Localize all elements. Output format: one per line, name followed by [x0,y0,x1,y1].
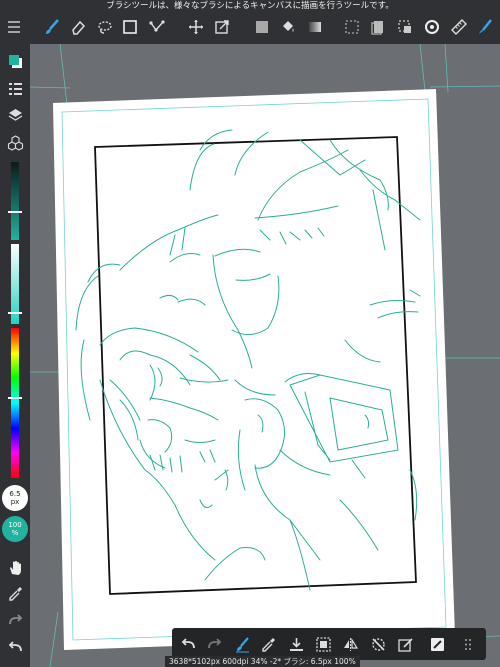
copy-icon [371,21,383,35]
opacity-slider[interactable] [8,244,22,324]
cubes-icon [7,134,23,151]
gradient-icon [309,22,321,32]
bucket-icon [283,21,294,32]
brush-size-unit: px [10,498,20,506]
pen-settings-button[interactable] [473,14,497,40]
layers-button[interactable] [3,104,27,126]
color-swatch-icon [8,54,22,68]
ruler-button[interactable] [447,14,471,40]
eraser-icon [72,20,86,35]
select-all-button[interactable] [340,14,364,40]
move-icon [189,20,203,34]
canvas-area[interactable] [30,44,500,667]
bucket-tool-button[interactable] [276,14,300,40]
paper-page [53,89,455,650]
node-tool-button[interactable] [145,14,169,40]
brush-icon [46,19,59,34]
menu-icon [8,21,20,33]
canvas-icon [430,637,444,651]
eyedropper-icon [8,586,22,601]
bottom-eyedropper-button[interactable] [256,633,280,655]
hue-slider[interactable] [8,328,22,478]
flip-horizontal-button[interactable] [338,633,362,655]
opacity-unit: % [11,529,19,537]
top-toolbar: ブラシツールは、様々なブラシによるキャンバスに描画を行うツールです。 [0,0,500,44]
brush-size-value: 6.5 [9,490,21,498]
opacity-value: 100 [8,521,22,529]
color-square-icon [256,21,268,33]
snap-off-button[interactable] [366,633,390,655]
selection-edit-icon [398,20,411,33]
lasso-tool-button[interactable] [93,14,117,40]
canvas-settings-button[interactable] [425,633,449,655]
bottom-brush-button[interactable] [230,633,254,655]
transform-icon [215,20,229,34]
hand-icon [9,560,21,575]
bottom-redo-button[interactable] [202,633,226,655]
brush-icon [235,636,249,652]
rectangle-select-button[interactable] [118,14,142,40]
flip-icon [343,637,358,651]
layer-copy-button[interactable] [366,14,390,40]
redo-icon [8,613,22,624]
ruler-icon [451,19,467,35]
rectangle-icon [123,20,137,34]
brush-size-slider[interactable] [8,162,22,240]
selection-icon [345,20,359,34]
eyedropper-icon [261,637,275,652]
hand-tool-button[interactable] [3,556,27,578]
list-icon [8,82,22,95]
download-icon [289,637,303,651]
clear-icon [397,637,413,652]
lasso-icon [98,21,112,34]
materials-button[interactable] [3,131,27,153]
selection-edit-button[interactable] [393,14,417,40]
undo-icon [181,637,195,648]
status-bar: 3638*5102px 600dpi 34% -2* ブラシ: 6.5px 10… [165,656,360,667]
clear-layer-button[interactable] [393,633,417,655]
redo-icon [207,637,221,648]
grid-dots-icon [464,638,471,650]
left-sidebar: 6.5 px 100 % [0,44,30,667]
brush-size-badge[interactable]: 6.5 px [2,485,28,511]
brush-list-button[interactable] [3,77,27,99]
node-icon [149,20,165,32]
snap-off-icon [371,637,385,651]
layers-icon [8,108,22,121]
drawing-canvas[interactable] [30,44,500,667]
tool-hint-text: ブラシツールは、様々なブラシによるキャンバスに描画を行うツールです。 [106,1,394,11]
brush-tool-button[interactable] [40,14,64,40]
fill-color-button[interactable] [250,14,274,40]
color-picker-button[interactable] [3,50,27,72]
gradient-tool-button[interactable] [303,14,327,40]
save-download-button[interactable] [284,633,308,655]
pen-icon [479,19,492,34]
undo-icon [8,640,22,651]
bottom-undo-button[interactable] [176,633,200,655]
undo-button[interactable] [3,636,27,658]
eraser-tool-button[interactable] [66,14,90,40]
menu-button[interactable] [2,14,26,40]
selection-frame-button[interactable] [311,633,335,655]
eyedropper-button[interactable] [3,582,27,604]
rotate-canvas-button[interactable] [420,14,444,40]
frame-icon [315,636,331,652]
redo-button[interactable] [3,609,27,631]
rotate-icon [425,20,439,34]
move-tool-button[interactable] [184,14,208,40]
more-options-button[interactable] [457,633,481,655]
opacity-badge[interactable]: 100 % [2,516,28,542]
transform-tool-button[interactable] [210,14,234,40]
